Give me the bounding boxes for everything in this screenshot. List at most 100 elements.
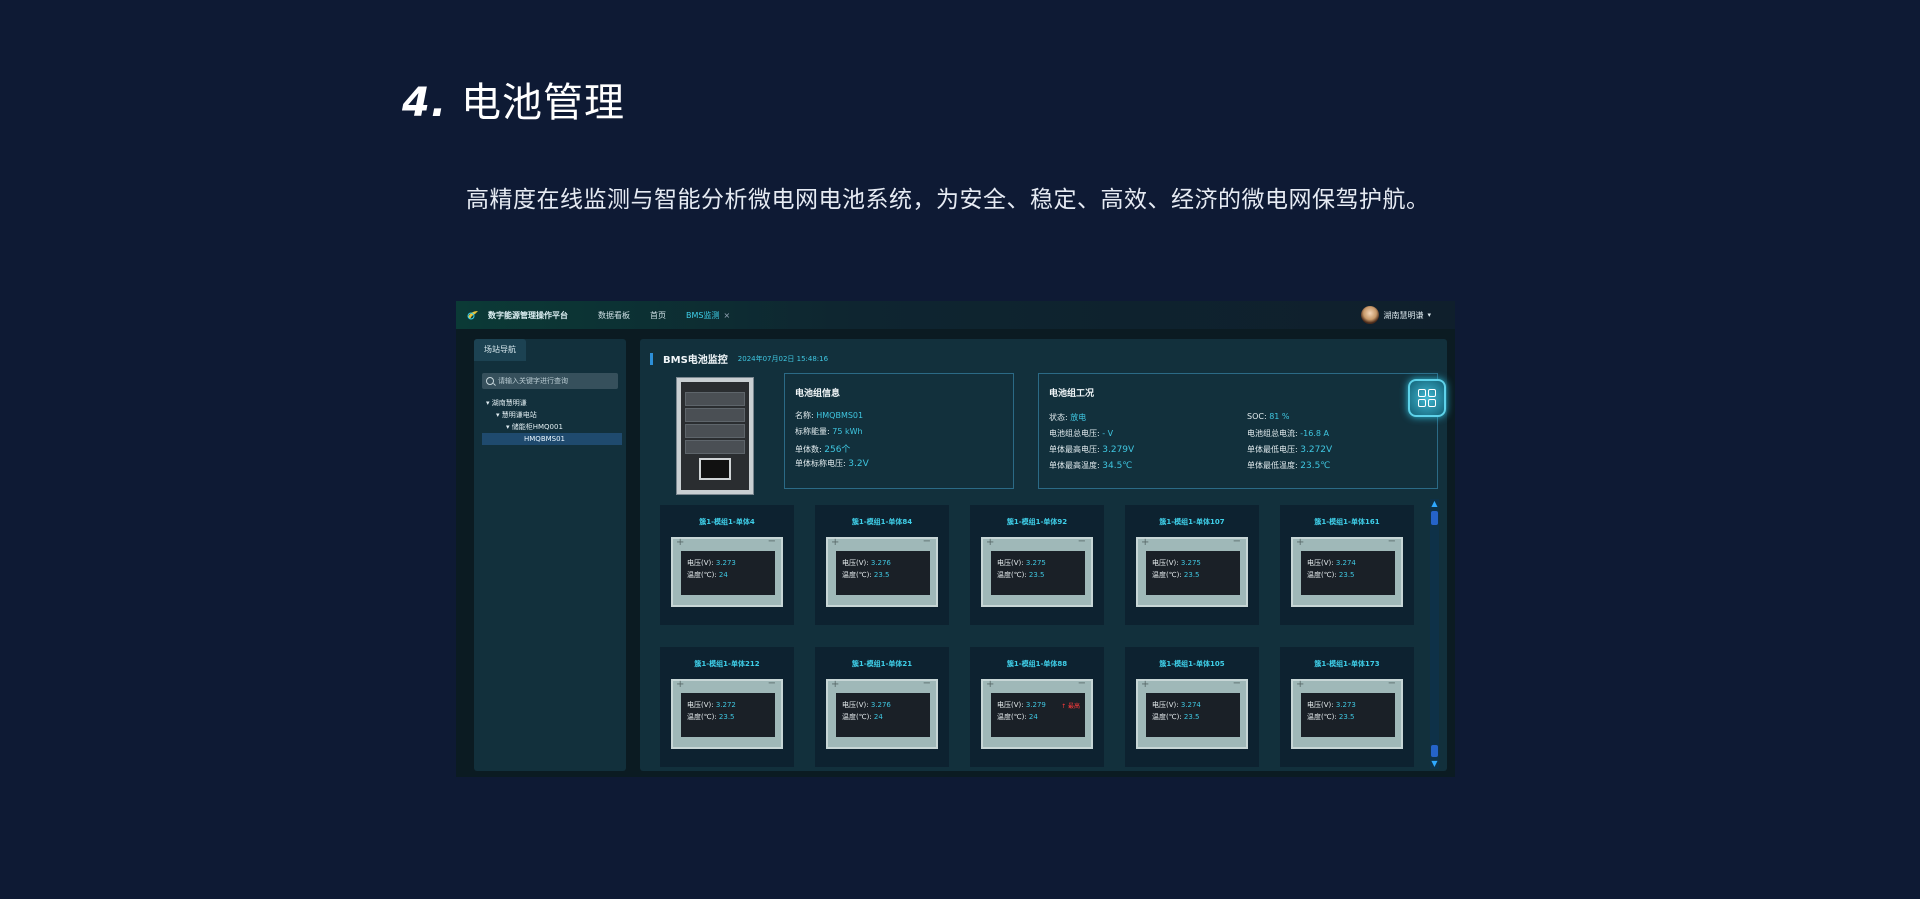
battery-cell-card[interactable]: 簇1-模组1-单体173 + − 电压(V): 3.273 温度(℃): 23.5 [1280,647,1414,767]
minus-icon: − [1232,678,1241,689]
battery-cell-card[interactable]: 簇1-模组1-单体161 + − 电压(V): 3.274 温度(℃): 23.5 [1280,505,1414,625]
cell-title: 簇1-模组1-单体4 [699,518,755,526]
nav-tab-dashboard[interactable]: 数据看板 [598,310,630,321]
info-nominal-voltage: 单体标称电压: 3.2V [795,459,869,469]
battery-group-info: 电池组信息 名称: HMQBMS01 标称能量: 75 kWh 单体数: 256… [784,373,1014,489]
cell-title: 簇1-模组1-单体92 [1006,518,1068,526]
cell-temp-label: 温度(℃): [1152,571,1182,579]
battery-cell-card[interactable]: 簇1-模组1-单体105 + − 电压(V): 3.274 温度(℃): 23.5 [1125,647,1259,767]
battery-icon: + − 电压(V): 3.279 温度(℃): 24 ↑ 最高 [981,678,1093,749]
plus-icon: + [1296,679,1305,690]
cell-temperature: 23.5 [1183,713,1200,721]
cell-temperature: 24 [873,713,883,721]
slide-heading: 电池管理 [461,80,626,126]
sidebar-tab-station-nav[interactable]: 场站导航 [474,339,526,361]
status-min-temp: 单体最低温度: 23.5℃ [1247,461,1331,471]
plus-icon: + [1141,537,1150,548]
search-placeholder: 请输入关键字进行查询 [498,377,568,385]
plus-icon: + [831,679,840,690]
cell-readout: 电压(V): 3.273 温度(℃): 24 [681,551,775,595]
battery-group-status: 电池组工况 状态: 放电 SOC: 81 % 电池组总电压: - V 电池组总电… [1038,373,1438,489]
tree-node-bms[interactable]: HMQBMS01 [482,433,622,445]
sidebar: 场站导航 请输入关键字进行查询 ▾ 湖南慧明谦 ▾ 慧明谦电站 ▾ 储能柜HMQ… [474,339,626,771]
battery-cell-card[interactable]: 簇1-模组1-单体88 + − 电压(V): 3.279 温度(℃): 24 ↑ 最高 [970,647,1104,767]
main-panel: BMS电池监控 2024年07月02日 15:48:16 电池组信息 名称: H… [640,339,1447,771]
cell-temperature: 23.5 [1183,571,1200,579]
cell-readout: 电压(V): 3.275 温度(℃): 23.5 [1146,551,1240,595]
minus-icon: − [1232,536,1241,547]
cell-temperature: 23.5 [718,713,735,721]
cell-readout: 电压(V): 3.276 温度(℃): 24 [836,693,930,737]
battery-icon: + − 电压(V): 3.273 温度(℃): 24 [671,536,783,607]
slide-number: 4. [402,80,448,126]
cell-voltage: 3.275 [1025,559,1046,567]
cell-readout: 电压(V): 3.272 温度(℃): 23.5 [681,693,775,737]
cell-temp-label: 温度(℃): [1152,713,1182,721]
cell-voltage-label: 电压(V): [842,701,869,709]
tree-node-station[interactable]: ▾ 慧明谦电站 [482,409,622,421]
minus-icon: − [922,678,931,689]
cell-temp-label: 温度(℃): [687,713,717,721]
cell-temperature: 24 [1028,713,1038,721]
battery-cell-card[interactable]: 簇1-模组1-单体21 + − 电压(V): 3.276 温度(℃): 24 [815,647,949,767]
battery-cell-card[interactable]: 簇1-模组1-单体92 + − 电压(V): 3.275 温度(℃): 23.5 [970,505,1104,625]
cell-temp-label: 温度(℃): [842,713,872,721]
logo-icon [467,311,478,320]
slide-title: 4. 电池管理 [402,70,625,128]
tree-node-company[interactable]: ▾ 湖南慧明谦 [482,397,622,409]
cell-temperature: 23.5 [1338,571,1355,579]
brand-name: 数字能源管理操作平台 [488,310,568,320]
battery-icon: + − 电压(V): 3.274 温度(℃): 23.5 [1136,678,1248,749]
scroll-down-icon[interactable]: ▼ [1430,759,1439,769]
cell-title: 簇1-模组1-单体21 [851,660,913,668]
chevron-down-icon: ▾ [1427,311,1431,319]
tree-node-cabinet[interactable]: ▾ 储能柜HMQ001 [482,421,622,433]
cell-max-flag: ↑ 最高 [1061,703,1080,710]
close-icon[interactable]: × [723,311,730,320]
battery-cell-card[interactable]: 簇1-模组1-单体4 + − 电压(V): 3.273 温度(℃): 24 [660,505,794,625]
battery-cabinet-image [676,377,754,495]
minus-icon: − [1387,536,1396,547]
cell-voltage: 3.272 [715,701,736,709]
cell-readout: 电压(V): 3.276 温度(℃): 23.5 [836,551,930,595]
scrollbar[interactable]: ▲ ▼ [1430,499,1439,769]
search-input[interactable]: 请输入关键字进行查询 [482,373,618,389]
cell-voltage-label: 电压(V): [1307,559,1334,567]
cell-voltage-label: 电压(V): [997,701,1024,709]
station-tree: ▾ 湖南慧明谦 ▾ 慧明谦电站 ▾ 储能柜HMQ001 HMQBMS01 [482,397,622,445]
status-max-voltage: 单体最高电压: 3.279V [1049,445,1135,455]
plus-icon: + [1141,679,1150,690]
battery-icon: + − 电压(V): 3.272 温度(℃): 23.5 [671,678,783,749]
battery-cell-card[interactable]: 簇1-模组1-单体107 + − 电压(V): 3.275 温度(℃): 23.5 [1125,505,1259,625]
cell-voltage: 3.274 [1180,701,1201,709]
plus-icon: + [676,537,685,548]
scroll-thumb[interactable] [1431,511,1438,525]
cell-voltage-label: 电压(V): [842,559,869,567]
status-min-voltage: 单体最低电压: 3.272V [1247,445,1333,455]
status-soc: SOC: 81 % [1247,412,1290,421]
battery-cell-card[interactable]: 簇1-模组1-单体84 + − 电压(V): 3.276 温度(℃): 23.5 [815,505,949,625]
scroll-up-icon[interactable]: ▲ [1430,499,1439,509]
cell-voltage-label: 电压(V): [687,559,714,567]
status-state: 状态: 放电 [1049,413,1087,422]
user-menu[interactable]: 湖南慧明谦 ▾ [1361,306,1431,324]
nav-tab-home[interactable]: 首页 [650,310,666,321]
battery-icon: + − 电压(V): 3.276 温度(℃): 23.5 [826,536,938,607]
cell-readout: 电压(V): 3.275 温度(℃): 23.5 [991,551,1085,595]
cell-voltage-label: 电压(V): [997,559,1024,567]
cell-title: 簇1-模组1-单体84 [851,518,913,526]
cell-voltage-label: 电压(V): [687,701,714,709]
cell-title: 簇1-模组1-单体105 [1159,660,1225,668]
nav-tab-bms[interactable]: BMS监测 × [686,310,730,321]
plus-icon: + [676,679,685,690]
grid-menu-button[interactable] [1408,379,1446,417]
cell-title: 簇1-模组1-单体88 [1006,660,1068,668]
status-max-temp: 单体最高温度: 34.5℃ [1049,461,1133,471]
cell-temperature: 23.5 [873,571,890,579]
cell-temp-label: 温度(℃): [842,571,872,579]
battery-cell-card[interactable]: 簇1-模组1-单体212 + − 电压(V): 3.272 温度(℃): 23.5 [660,647,794,767]
plus-icon: + [831,537,840,548]
cell-readout: 电压(V): 3.274 温度(℃): 23.5 [1146,693,1240,737]
cell-temperature: 23.5 [1338,713,1355,721]
cell-voltage: 3.274 [1335,559,1356,567]
